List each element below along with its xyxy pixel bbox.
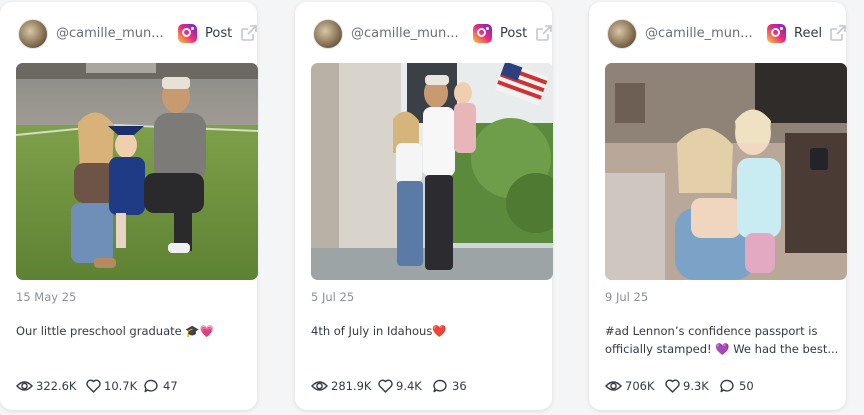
- views-count: 322.6K: [36, 379, 77, 393]
- external-link-icon[interactable]: [535, 24, 553, 42]
- caption-line: officially stamped! 💜 We had the best...: [605, 342, 839, 356]
- post-photo-graphic: [605, 63, 847, 280]
- views-count: 706K: [625, 379, 655, 393]
- instagram-icon: [473, 24, 492, 43]
- account-handle[interactable]: @camille_mun...: [56, 26, 168, 41]
- post-stats: 706K 9.3K 50: [605, 378, 845, 396]
- post-date: 5 Jul 25: [311, 290, 355, 304]
- comment-icon: [433, 379, 447, 393]
- post-caption: 4th of July in Idahous❤️: [311, 322, 547, 340]
- post-date: 15 May 25: [16, 290, 77, 304]
- likes-count: 10.7K: [104, 379, 138, 393]
- card-header: @camille_mun... Reel: [589, 18, 846, 52]
- heart-icon: [378, 379, 393, 393]
- post-card[interactable]: @camille_mun... Post: [295, 2, 553, 410]
- avatar[interactable]: [313, 19, 343, 49]
- card-header: @camille_mun... Post: [0, 18, 257, 52]
- likes-count: 9.3K: [683, 379, 709, 393]
- post-date: 9 Jul 25: [605, 290, 649, 304]
- post-stats: 322.6K 10.7K 47: [16, 378, 256, 396]
- post-image[interactable]: [605, 63, 847, 280]
- post-card[interactable]: @camille_mun... Reel 9 Jul 25 #ad Lennon…: [589, 2, 847, 410]
- eye-icon: [311, 381, 328, 391]
- post-photo-graphic: [16, 63, 258, 280]
- comment-icon: [720, 379, 734, 393]
- comments-count: 47: [163, 379, 178, 393]
- caption-line: 4th of July in Idahous❤️: [311, 324, 447, 338]
- account-handle[interactable]: @camille_mun...: [351, 26, 463, 41]
- post-card[interactable]: @camille_mun... Post: [0, 2, 258, 410]
- comment-icon: [144, 379, 158, 393]
- instagram-icon: [178, 24, 197, 43]
- avatar[interactable]: [607, 19, 637, 49]
- views-count: 281.9K: [331, 379, 372, 393]
- post-photo-graphic: [311, 63, 553, 280]
- post-type-label: Reel: [794, 26, 823, 41]
- eye-icon: [605, 381, 622, 391]
- post-image[interactable]: [16, 63, 258, 280]
- heart-icon: [86, 379, 101, 393]
- heart-icon: [665, 379, 680, 393]
- comments-count: 36: [452, 379, 467, 393]
- account-handle[interactable]: @camille_mun...: [645, 26, 757, 41]
- post-image[interactable]: [311, 63, 553, 280]
- card-header: @camille_mun... Post: [295, 18, 552, 52]
- external-link-icon[interactable]: [240, 24, 258, 42]
- post-caption: #ad Lennon’s confidence passport is offi…: [605, 322, 841, 358]
- comments-count: 50: [739, 379, 754, 393]
- caption-line: Our little preschool graduate 🎓💗: [16, 324, 215, 338]
- post-stats: 281.9K 9.4K 36: [311, 378, 551, 396]
- instagram-icon: [767, 24, 786, 43]
- caption-line: #ad Lennon’s confidence passport is: [605, 324, 818, 338]
- external-link-icon[interactable]: [829, 24, 847, 42]
- eye-icon: [16, 381, 33, 391]
- post-type-label: Post: [500, 26, 528, 41]
- avatar[interactable]: [18, 19, 48, 49]
- post-type-label: Post: [205, 26, 233, 41]
- likes-count: 9.4K: [396, 379, 422, 393]
- post-caption: Our little preschool graduate 🎓💗: [16, 322, 252, 340]
